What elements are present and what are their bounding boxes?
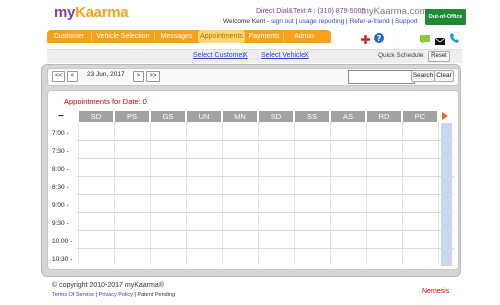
tab-admin[interactable]: Admin: [284, 30, 324, 43]
time-slot-label: 10:30 -: [52, 256, 73, 263]
column-header[interactable]: AS: [331, 111, 365, 122]
appointments-count: Appointments for Date: 0: [64, 97, 147, 106]
main-nav: Customer Vehicle Selection Messages Appo…: [47, 30, 331, 43]
time-slot-label: 9:00 -: [52, 202, 69, 209]
sign-out-link[interactable]: sign out: [271, 18, 294, 25]
prev-date-button[interactable]: <: [67, 71, 78, 82]
column-header[interactable]: SD: [259, 111, 293, 122]
last-date-button[interactable]: >>: [146, 71, 160, 82]
collapse-icon[interactable]: −: [58, 111, 64, 122]
privacy-link[interactable]: Privacy Policy: [99, 292, 133, 298]
column-header[interactable]: SD: [79, 111, 113, 122]
help-icon[interactable]: ?: [374, 30, 384, 43]
mail-icon[interactable]: [434, 32, 446, 45]
tab-messages[interactable]: Messages: [155, 30, 198, 43]
column-header[interactable]: MN: [223, 111, 257, 122]
time-slot-label: 8:00 -: [52, 166, 69, 173]
usage-reporting-link[interactable]: usage reporting: [299, 18, 344, 25]
welcome-line: Welcome Kent - sign out | usage reportin…: [223, 18, 418, 25]
column-header[interactable]: RD: [367, 111, 401, 122]
copyright: © copyright 2010-2017 myKaarma®: [52, 282, 164, 289]
column-header[interactable]: GS: [151, 111, 185, 122]
search-input[interactable]: [348, 70, 415, 84]
direct-dial-number: Direct Dial&Text # : (310) 879-5005: [256, 8, 366, 15]
clear-button[interactable]: Clear: [434, 70, 454, 82]
tab-appointments[interactable]: Appointments: [199, 30, 244, 43]
quick-schedule-link[interactable]: Quick Schedule: [378, 52, 424, 59]
current-date[interactable]: 23 Jun, 2017: [87, 71, 125, 78]
next-date-button[interactable]: >: [133, 71, 144, 82]
brand-label: Nemesis: [422, 288, 450, 295]
column-header[interactable]: SS: [295, 111, 329, 122]
time-slot-label: 7:00 -: [52, 130, 69, 137]
column-header[interactable]: PS: [115, 111, 149, 122]
clear-customer-button[interactable]: X: [243, 52, 248, 59]
first-date-button[interactable]: <<: [52, 71, 65, 82]
scroll-right-icon[interactable]: [442, 112, 448, 120]
add-icon[interactable]: [361, 31, 370, 44]
svg-text:?: ?: [377, 34, 382, 43]
search-button[interactable]: Search: [411, 70, 435, 82]
time-slot-label: 8:30 -: [52, 184, 69, 191]
time-slot-label: 7:30 -: [52, 148, 69, 155]
column-header[interactable]: UN: [187, 111, 221, 122]
time-slot-label: 10:00 -: [52, 238, 73, 245]
tab-customer[interactable]: Customer: [47, 30, 91, 43]
select-vehicle-link[interactable]: Select Vehicle: [261, 52, 305, 59]
patent-text: Patent Pending: [137, 292, 176, 298]
column-header[interactable]: PC: [403, 111, 437, 122]
tab-vehicle-selection[interactable]: Vehicle Selection: [92, 30, 154, 43]
footer-links: Terms Of Service | Privacy Policy | Pate…: [52, 292, 176, 298]
support-link[interactable]: Support: [395, 18, 418, 25]
site-name: myKaarma.com: [361, 6, 428, 17]
chat-icon[interactable]: [420, 31, 430, 44]
reset-button[interactable]: Reset: [428, 51, 450, 62]
out-of-office-button[interactable]: Out-of-Office: [425, 9, 466, 25]
terms-link[interactable]: Terms Of Service: [52, 292, 94, 298]
tab-payments[interactable]: Payments: [245, 30, 283, 43]
select-customer-link[interactable]: Select Customer: [193, 52, 245, 59]
refer-a-friend-link[interactable]: Refer-a-friend: [350, 18, 390, 25]
time-slot-label: 9:30 -: [52, 220, 69, 227]
phone-icon[interactable]: [450, 30, 459, 43]
clear-vehicle-button[interactable]: X: [304, 52, 309, 59]
welcome-text: Welcome Kent -: [223, 18, 270, 25]
logo: myKaarma: [54, 4, 129, 21]
